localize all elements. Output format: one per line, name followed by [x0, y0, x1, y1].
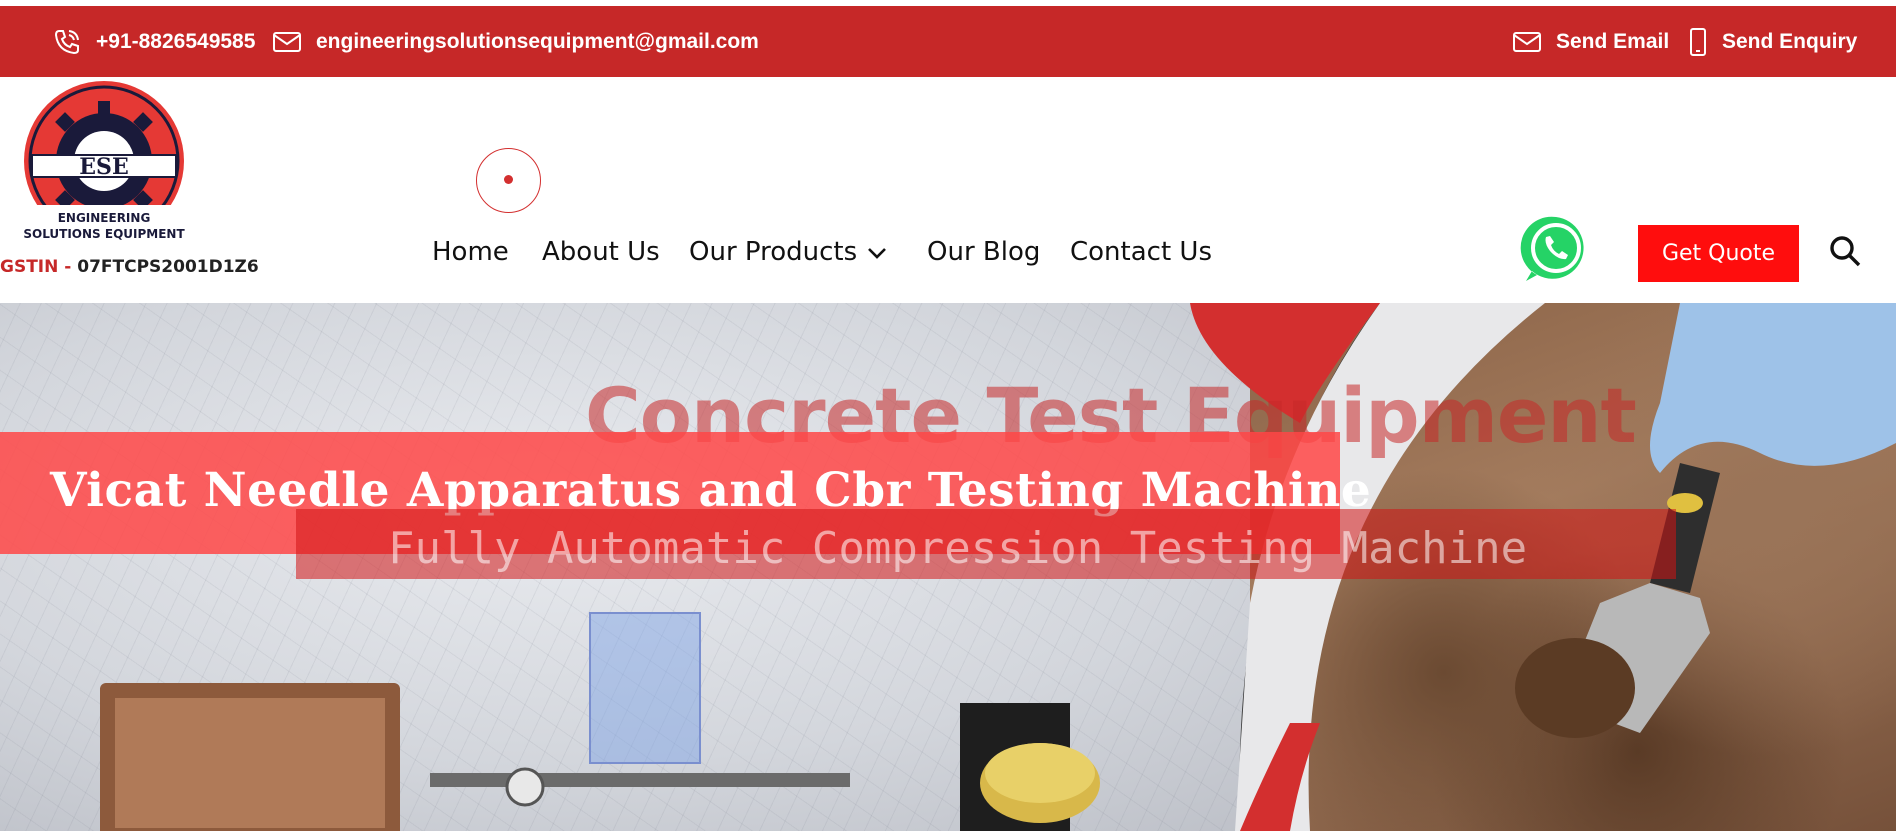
send-enquiry-label: Send Enquiry [1722, 29, 1858, 53]
nav-about-us[interactable]: About Us [542, 232, 660, 272]
mail-icon [1512, 30, 1542, 54]
nav-home[interactable]: Home [432, 232, 509, 272]
phone-number: +91-8826549585 [96, 29, 256, 53]
logo-line1: ENGINEERING [58, 211, 151, 225]
nav-our-blog[interactable]: Our Blog [927, 232, 1040, 272]
email-link[interactable]: engineeringsolutionsequipment@gmail.com [272, 6, 759, 77]
logo-line2: SOLUTIONS EQUIPMENT [23, 227, 185, 241]
cursor-dot [504, 175, 513, 184]
search-icon[interactable] [1828, 234, 1862, 268]
whatsapp-icon[interactable] [1520, 213, 1592, 285]
email-address: engineeringsolutionsequipment@gmail.com [316, 29, 759, 53]
chevron-down-icon [867, 237, 887, 267]
nav-our-products[interactable]: Our Products [689, 232, 887, 272]
hero-banner: Concrete Test Equipment Vicat Needle App… [0, 303, 1896, 831]
mail-icon [272, 30, 302, 54]
send-email-label: Send Email [1556, 29, 1670, 53]
top-contact-bar: +91-8826549585 engineeringsolutionsequip… [0, 6, 1896, 77]
gstin-value: 07FTCPS2001D1Z6 [77, 257, 259, 277]
get-quote-button[interactable]: Get Quote [1638, 225, 1799, 282]
phone-link[interactable]: +91-8826549585 [52, 6, 255, 77]
logo-abbr: ESE [79, 154, 128, 180]
phone-icon [52, 27, 82, 57]
send-email-link[interactable]: Send Email [1512, 6, 1669, 77]
send-enquiry-link[interactable]: Send Enquiry [1688, 6, 1857, 77]
gstin-number: GSTIN - 07FTCPS2001D1Z6 [0, 257, 259, 277]
gstin-label: GSTIN - [0, 257, 72, 277]
company-logo[interactable]: ESE ENGINEERING SOLUTIONS EQUIPMENT [18, 81, 192, 251]
site-header: ESE ENGINEERING SOLUTIONS EQUIPMENT GSTI… [0, 77, 1896, 303]
nav-contact-us[interactable]: Contact Us [1070, 232, 1212, 272]
secondary-band-text: Fully Automatic Compression Testing Mach… [388, 523, 1528, 574]
mobile-icon [1688, 27, 1708, 57]
